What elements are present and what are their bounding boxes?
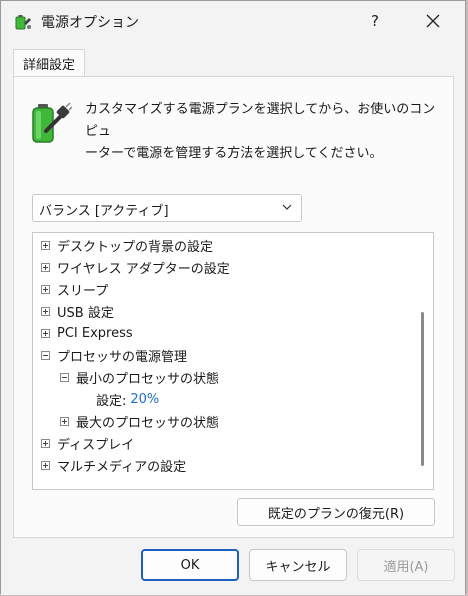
description-text: カスタマイズする電源プランを選択してから、お使いのコンピュ ーターで電源を管理す… — [85, 102, 436, 161]
tree-item-pci-express[interactable]: PCI Express — [41, 322, 133, 344]
power-plan-value: バランス [アクティブ] — [39, 204, 169, 219]
tree-item-label: PCI Express — [57, 325, 133, 341]
setting-label: 設定: — [96, 393, 127, 409]
battery-plug-icon — [32, 102, 72, 143]
expand-plus-icon[interactable] — [41, 284, 50, 294]
expand-plus-icon[interactable] — [41, 240, 50, 250]
expand-plus-icon[interactable] — [41, 328, 50, 338]
power-plan-select[interactable]: バランス [アクティブ] — [32, 194, 302, 222]
expand-plus-icon[interactable] — [41, 262, 50, 272]
tree-scrollbar-thumb[interactable] — [421, 312, 424, 466]
tree-item-label: USB 設定 — [57, 305, 114, 321]
tree-item-label: スリープ — [57, 283, 109, 299]
power-options-icon — [15, 15, 31, 30]
apply-button[interactable]: 適用(A) — [357, 549, 455, 581]
close-icon — [426, 14, 440, 28]
power-options-dialog: 電源オプション ? 詳細設定 カスタマイズする電源プランを選択してから、お使いの… — [0, 0, 466, 595]
expand-plus-icon[interactable] — [41, 306, 50, 316]
tree-item-usb[interactable]: USB 設定 — [41, 300, 114, 322]
title-bar: 電源オプション ? — [1, 1, 465, 41]
restore-default-plan-button[interactable]: 既定のプランの復元(R) — [237, 498, 435, 526]
tree-item-min-processor-state[interactable]: 最小のプロセッサの状態 — [60, 366, 219, 388]
tree-item-label: 最小のプロセッサの状態 — [76, 371, 220, 387]
expand-plus-icon[interactable] — [41, 438, 50, 448]
tree-item-label: ワイヤレス アダプターの設定 — [57, 261, 230, 277]
close-button[interactable] — [412, 5, 454, 37]
expand-plus-icon[interactable] — [60, 416, 69, 426]
tree-item-max-processor-state[interactable]: 最大のプロセッサの状態 — [60, 410, 219, 432]
tree-item-label: ディスプレイ — [57, 437, 135, 453]
cancel-button[interactable]: キャンセル — [249, 549, 347, 581]
tree-item-display[interactable]: ディスプレイ — [41, 432, 134, 454]
window-title: 電源オプション — [41, 15, 139, 31]
settings-tree[interactable]: デスクトップの背景の設定 ワイヤレス アダプターの設定 スリープ USB 設定 … — [32, 232, 434, 490]
tree-item-label: プロセッサの電源管理 — [57, 349, 188, 365]
setting-value[interactable]: 20% — [130, 392, 159, 407]
tree-item-label: デスクトップの背景の設定 — [57, 239, 214, 255]
tree-item-setting-value[interactable]: 設定: 20% — [96, 388, 159, 410]
help-button[interactable]: ? — [354, 5, 396, 37]
tree-item-wireless-adapter[interactable]: ワイヤレス アダプターの設定 — [41, 256, 230, 278]
tree-item-label: 最大のプロセッサの状態 — [76, 415, 220, 431]
chevron-down-icon — [282, 204, 292, 210]
collapse-minus-icon[interactable] — [60, 372, 69, 382]
tree-item-sleep[interactable]: スリープ — [41, 278, 108, 300]
tree-item-desktop-background[interactable]: デスクトップの背景の設定 — [41, 234, 213, 256]
tree-item-multimedia[interactable]: マルチメディアの設定 — [41, 454, 186, 476]
tab-advanced-settings[interactable]: 詳細設定 — [13, 49, 85, 77]
tree-item-processor-power[interactable]: プロセッサの電源管理 — [41, 344, 187, 366]
ok-button[interactable]: OK — [141, 549, 239, 581]
expand-plus-icon[interactable] — [41, 460, 50, 470]
collapse-minus-icon[interactable] — [41, 350, 50, 360]
tree-item-label: マルチメディアの設定 — [57, 459, 187, 475]
